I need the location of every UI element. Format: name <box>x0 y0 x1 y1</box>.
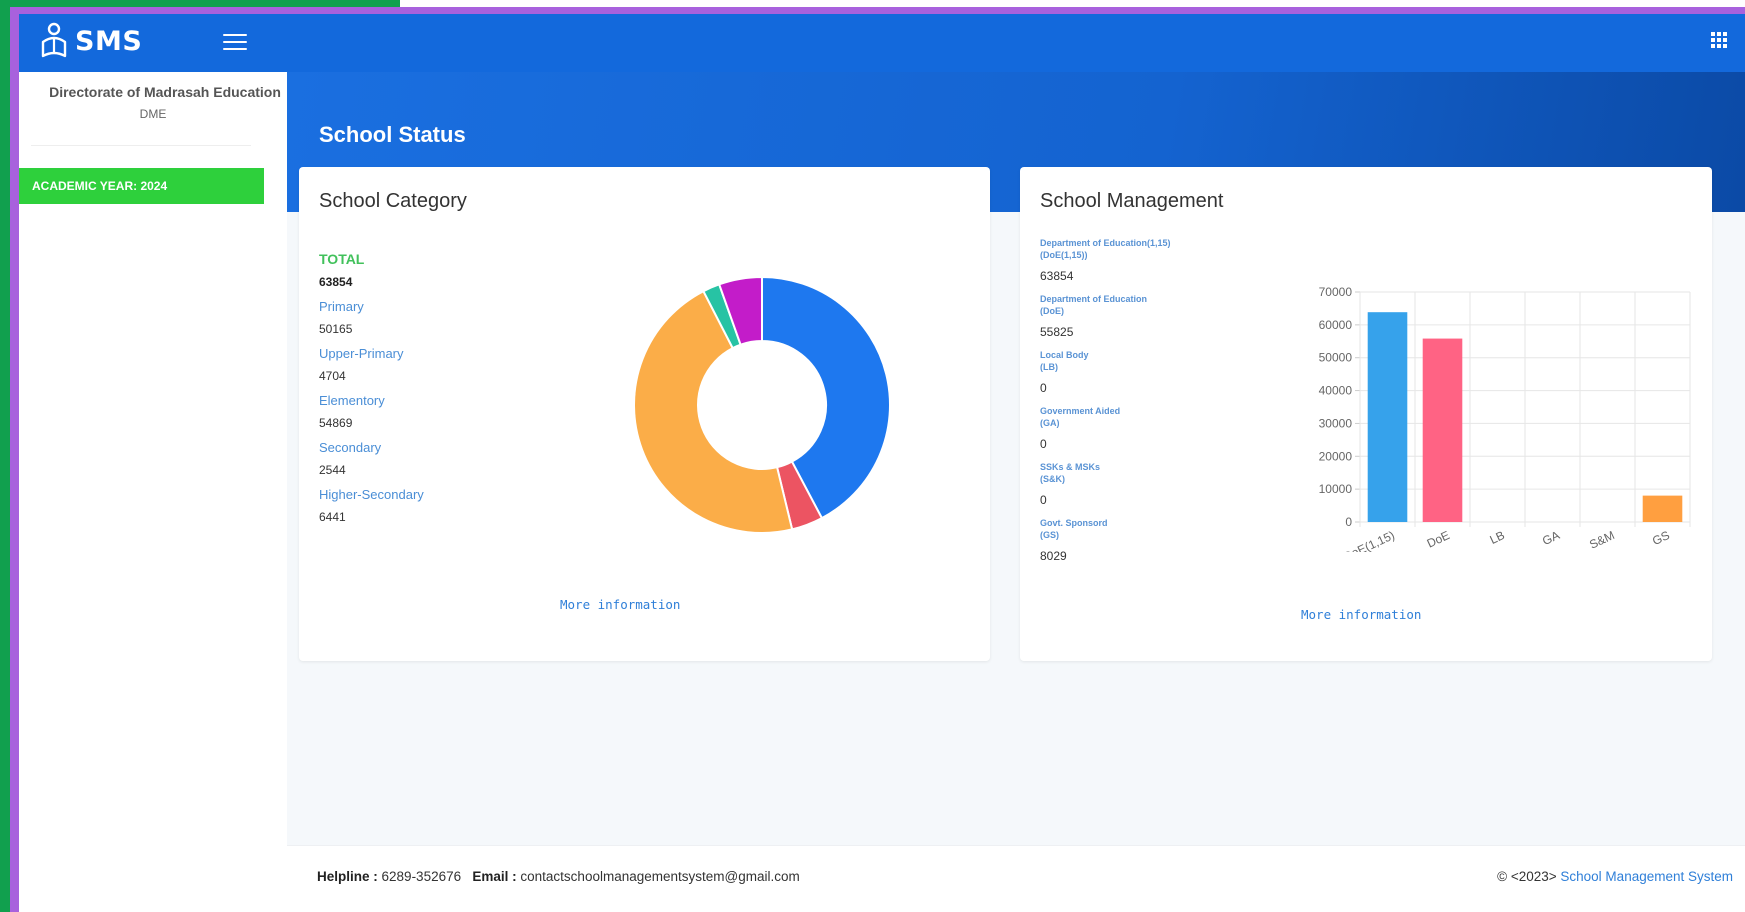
category-donut-chart[interactable] <box>632 275 892 535</box>
page-title: School Status <box>319 122 466 147</box>
topbar <box>287 14 1745 72</box>
y-tick-label: 20000 <box>1319 449 1353 463</box>
y-tick-label: 0 <box>1345 515 1352 529</box>
copyright-text: © <2023> <box>1497 869 1557 884</box>
management-label: Department of Education (DoE) <box>1040 294 1148 316</box>
bar-doe[interactable] <box>1422 338 1463 522</box>
org-abbr: DME <box>139 107 167 121</box>
management-label: Govt. Sponsord (GS) <box>1040 518 1108 540</box>
y-tick-label: 10000 <box>1319 482 1353 496</box>
category-value: 2544 <box>319 463 346 477</box>
frame-top-light <box>400 0 1745 7</box>
academic-year-badge[interactable]: ACADEMIC YEAR: 2024 <box>19 168 264 204</box>
category-list: TOTAL 63854 Primary 50165 Upper-Primary … <box>319 251 424 534</box>
org-info: Directorate of Madrasah Education DME <box>19 84 287 121</box>
total-label: TOTAL <box>319 251 365 267</box>
card-title: School Category <box>319 190 467 212</box>
card-title: School Management <box>1040 190 1224 212</box>
more-information-link[interactable]: More information <box>1301 607 1421 622</box>
more-information-link[interactable]: More information <box>560 597 680 612</box>
management-bar-chart[interactable]: 0 10000 20000 30000 40000 50000 60000 70000 DoE(… <box>1290 272 1700 552</box>
helpline-label: Helpline : <box>317 869 378 884</box>
total-value: 63854 <box>319 275 353 289</box>
category-label: Primary <box>319 299 364 314</box>
category-label: Elementory <box>319 393 385 408</box>
school-category-card: School Category TOTAL 63854 Primary 5016… <box>299 167 990 661</box>
x-tick-label: GA <box>1540 528 1562 548</box>
y-tick-label: 50000 <box>1319 351 1353 365</box>
frame-top-green <box>0 0 400 7</box>
footer-copyright: © <2023> School Management System <box>1497 869 1733 884</box>
category-label: Higher-Secondary <box>319 487 424 502</box>
email-value: contactschoolmanagementsystem@gmail.com <box>520 869 800 884</box>
footer-contact: Helpline : 6289-352676 Email : contactsc… <box>317 869 800 884</box>
management-label: Local Body (LB) <box>1040 350 1089 372</box>
y-tick-label: 70000 <box>1319 285 1353 299</box>
management-label: Department of Education(1,15) (DoE(1,15)) <box>1040 238 1171 260</box>
copyright-link[interactable]: School Management System <box>1560 869 1733 884</box>
management-value: 63854 <box>1040 269 1074 283</box>
brand-name: SMS <box>75 25 143 57</box>
menu-icon[interactable] <box>223 29 247 51</box>
helpline-value: 6289-352676 <box>381 869 462 884</box>
y-tick-label: 30000 <box>1319 416 1353 430</box>
email-label: Email : <box>472 869 517 884</box>
bar-doe-1-15-[interactable] <box>1367 312 1408 522</box>
management-value: 0 <box>1040 437 1047 451</box>
apps-grid-icon[interactable] <box>1711 32 1727 48</box>
logo-icon <box>41 22 67 58</box>
footer: Helpline : 6289-352676 Email : contactsc… <box>287 845 1745 912</box>
category-value: 50165 <box>319 322 353 336</box>
y-tick-label: 60000 <box>1319 318 1353 332</box>
org-name: Directorate of Madrasah Education <box>49 84 281 100</box>
x-tick-label: LB <box>1488 528 1507 547</box>
divider <box>31 145 251 146</box>
logo[interactable]: SMS <box>37 22 142 60</box>
management-value: 55825 <box>1040 325 1074 339</box>
y-tick-label: 40000 <box>1319 384 1353 398</box>
x-tick-label: DoE(1,15) <box>1341 528 1396 552</box>
category-value: 4704 <box>319 369 346 383</box>
x-tick-label: S&M <box>1587 528 1616 552</box>
management-label: SSKs & MSKs (S&K) <box>1040 462 1101 484</box>
x-tick-label: DoE <box>1425 528 1452 551</box>
category-value: 54869 <box>319 416 353 430</box>
x-tick-label: GS <box>1650 528 1672 548</box>
management-value: 0 <box>1040 493 1047 507</box>
management-value: 0 <box>1040 381 1047 395</box>
management-label: Government Aided (GA) <box>1040 406 1121 428</box>
management-value: 8029 <box>1040 549 1067 563</box>
category-value: 6441 <box>319 510 346 524</box>
sidebar: SMS Directorate of Madrasah Education DM… <box>19 14 287 912</box>
bar-gs[interactable] <box>1642 495 1683 522</box>
category-label: Upper-Primary <box>319 346 404 361</box>
management-list: Department of Education(1,15) (DoE(1,15))… <box>1040 237 1210 573</box>
school-management-card: School Management Department of Educatio… <box>1020 167 1712 661</box>
brand-bar: SMS <box>19 14 287 72</box>
category-label: Secondary <box>319 440 382 455</box>
